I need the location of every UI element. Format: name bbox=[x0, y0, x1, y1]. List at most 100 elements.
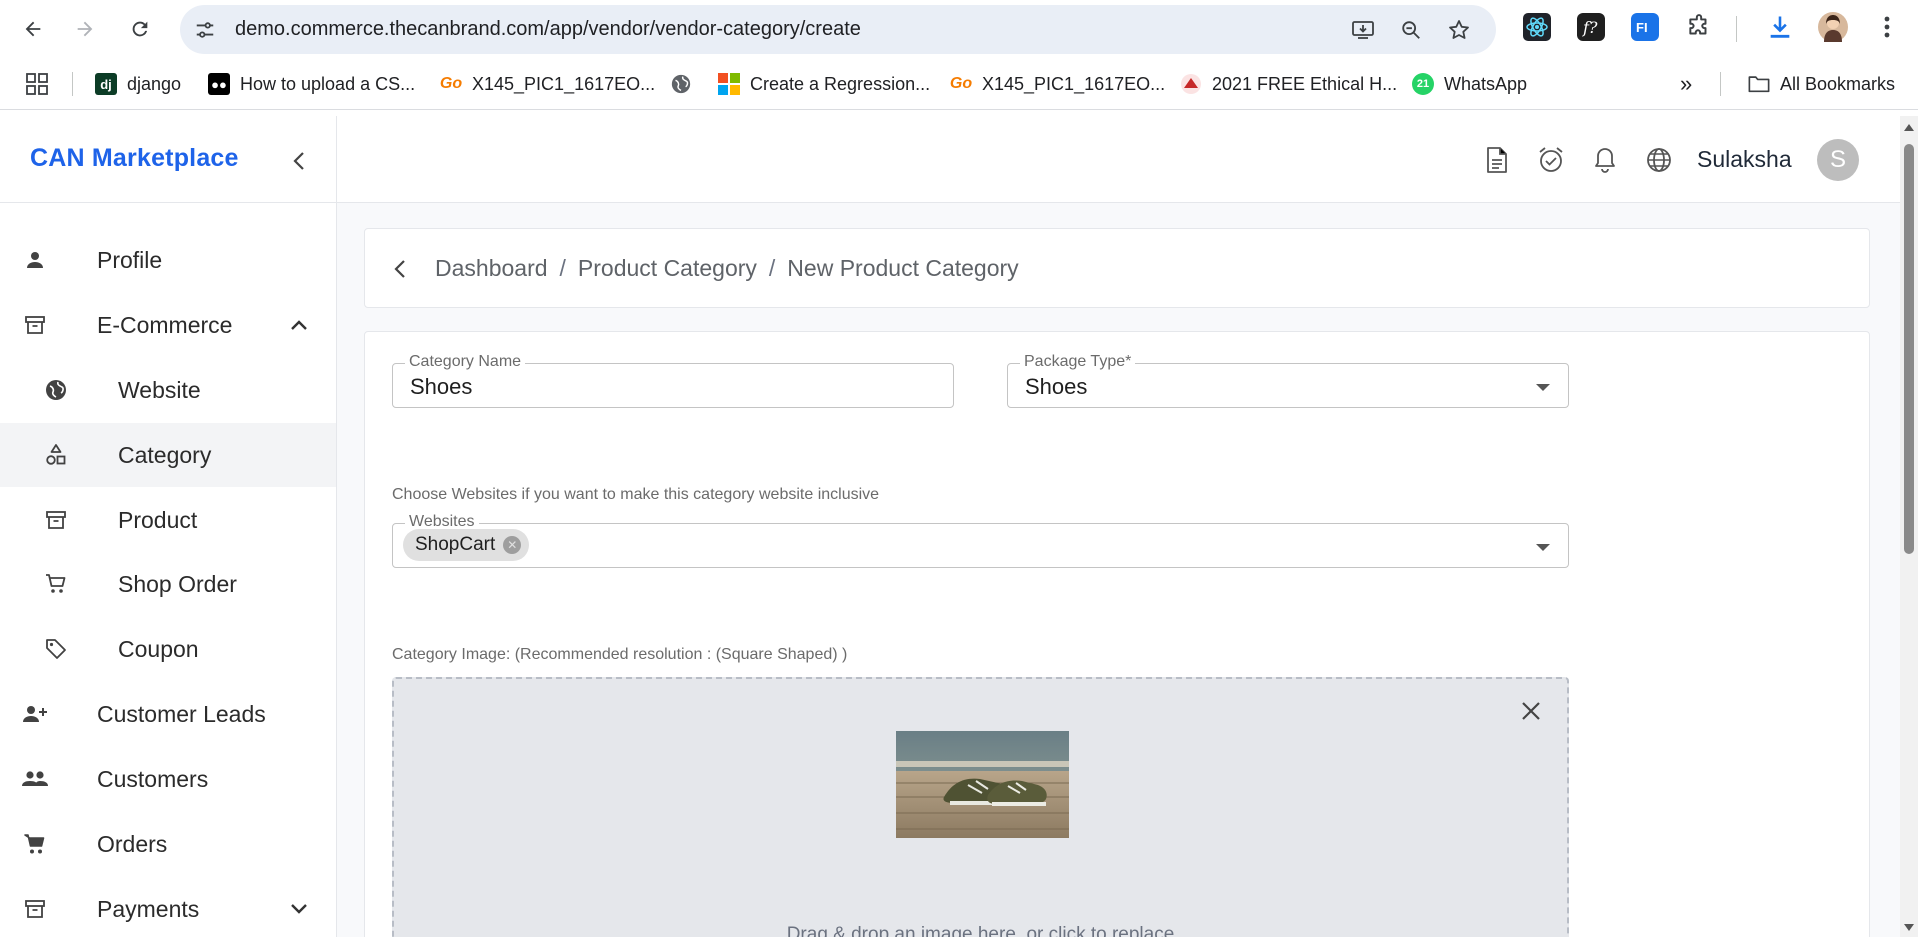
folder-icon bbox=[1748, 73, 1770, 95]
scroll-down-arrow-icon[interactable] bbox=[1904, 924, 1914, 931]
sidebar-item-label: Shop Order bbox=[118, 570, 237, 597]
people-icon bbox=[21, 765, 49, 793]
reload-icon bbox=[132, 21, 148, 37]
package-type-label: Package Type* bbox=[1020, 353, 1136, 371]
forward-button[interactable] bbox=[66, 10, 104, 48]
sidebar-header: CAN Marketplace bbox=[0, 116, 336, 203]
person-icon bbox=[21, 246, 49, 274]
brand-title[interactable]: CAN Marketplace bbox=[30, 144, 239, 173]
sidebar-item-payments[interactable]: Payments bbox=[0, 877, 336, 937]
scrollbar-thumb[interactable] bbox=[1904, 144, 1914, 554]
bookmark-django[interactable]: dj django bbox=[95, 70, 181, 98]
downloads-icon[interactable] bbox=[1765, 12, 1795, 42]
cart-icon bbox=[42, 570, 70, 598]
user-name[interactable]: Sulaksha bbox=[1697, 146, 1792, 173]
bookmark-label: Create a Regression... bbox=[750, 73, 931, 94]
sidebar-item-category[interactable]: Category bbox=[0, 423, 336, 487]
fi-extension-icon[interactable]: FI bbox=[1630, 12, 1660, 42]
bookmark-x145-2[interactable]: Go X145_PIC1_1617EO... bbox=[950, 70, 1165, 98]
scroll-up-arrow-icon[interactable] bbox=[1904, 124, 1914, 131]
chip-remove-icon[interactable]: ✕ bbox=[503, 536, 522, 554]
page-scrollbar[interactable] bbox=[1900, 116, 1918, 937]
main-content: Dashboard / Product Category / New Product C… bbox=[337, 203, 1900, 937]
more-bookmarks-button[interactable]: » bbox=[1680, 70, 1692, 98]
sidebar-item-label: Orders bbox=[97, 830, 168, 857]
required-mark: * bbox=[1125, 353, 1132, 370]
zoom-icon[interactable] bbox=[1398, 17, 1424, 43]
document-icon[interactable] bbox=[1481, 144, 1513, 176]
site-settings-icon[interactable] bbox=[192, 17, 218, 43]
image-dropzone[interactable]: Drag & drop an image here, or click to r… bbox=[392, 677, 1569, 937]
all-bookmarks-label: All Bookmarks bbox=[1780, 73, 1896, 94]
bookmark-label: 2021 FREE Ethical H... bbox=[1212, 73, 1398, 94]
bookmark-label: X145_PIC1_1617EO... bbox=[472, 73, 656, 94]
bell-icon[interactable] bbox=[1589, 144, 1621, 176]
bookmark-ethical-hacking[interactable]: 2021 FREE Ethical H... bbox=[1180, 70, 1397, 98]
formula-extension-icon[interactable]: f? bbox=[1576, 12, 1606, 42]
react-devtools-icon[interactable] bbox=[1522, 12, 1552, 42]
back-arrow-button[interactable] bbox=[387, 256, 413, 282]
category-name-value: Shoes bbox=[410, 374, 473, 399]
website-chip-label: ShopCart bbox=[415, 534, 496, 555]
toolbar-divider bbox=[1736, 16, 1737, 42]
chevron-left-icon bbox=[293, 152, 304, 170]
go-icon: Go bbox=[439, 75, 463, 92]
language-globe-icon[interactable] bbox=[1643, 144, 1675, 176]
back-button[interactable] bbox=[14, 10, 52, 48]
websites-hint: Choose Websites if you want to make this… bbox=[392, 486, 880, 503]
breadcrumb-dashboard[interactable]: Dashboard bbox=[435, 255, 548, 281]
collapse-sidebar-button[interactable] bbox=[286, 148, 312, 174]
sidebar-item-ecommerce[interactable]: E-Commerce bbox=[0, 293, 336, 357]
dropdown-arrow-icon bbox=[1536, 544, 1550, 551]
chevron-up-icon[interactable] bbox=[286, 312, 312, 338]
breadcrumb-product-category[interactable]: Product Category bbox=[578, 255, 757, 281]
bookmark-label: How to upload a CS... bbox=[240, 73, 416, 94]
breadcrumb-card: Dashboard / Product Category / New Product C… bbox=[364, 228, 1870, 308]
bookmark-label: X145_PIC1_1617EO... bbox=[982, 73, 1166, 94]
website-chip[interactable]: ShopCart ✕ bbox=[403, 529, 530, 561]
address-bar[interactable]: demo.commerce.thecanbrand.com/app/vendor… bbox=[180, 5, 1496, 54]
package-type-label-text: Package Type bbox=[1024, 353, 1126, 370]
bookmark-star-icon[interactable] bbox=[1446, 17, 1472, 43]
sidebar-item-label: Website bbox=[118, 376, 201, 403]
bookmark-medium[interactable]: ●● How to upload a CS... bbox=[208, 70, 415, 98]
svg-text:FI: FI bbox=[1636, 20, 1648, 35]
archive-icon bbox=[21, 895, 49, 923]
sidebar-item-orders[interactable]: Orders bbox=[0, 812, 336, 876]
alarm-icon[interactable] bbox=[1535, 144, 1567, 176]
sidebar-item-label: Coupon bbox=[118, 635, 199, 662]
sidebar-item-shop-order[interactable]: Shop Order bbox=[0, 552, 336, 616]
sidebar-item-label: Category bbox=[118, 441, 212, 468]
all-bookmarks-button[interactable]: All Bookmarks bbox=[1748, 70, 1895, 98]
whatsapp-icon: 21 bbox=[1412, 73, 1434, 95]
reload-button[interactable] bbox=[121, 10, 159, 48]
package-type-select[interactable]: Package Type* Shoes bbox=[1007, 353, 1569, 408]
remove-image-button[interactable] bbox=[1517, 697, 1545, 725]
sidebar-item-profile[interactable]: Profile bbox=[0, 228, 336, 292]
url-text: demo.commerce.thecanbrand.com/app/vendor… bbox=[235, 18, 861, 40]
sidebar-item-label: E-Commerce bbox=[97, 311, 233, 338]
apps-grid-icon[interactable] bbox=[26, 70, 48, 98]
bookmark-x145-1[interactable]: Go X145_PIC1_1617EO... bbox=[440, 70, 655, 98]
avatar[interactable]: S bbox=[1817, 139, 1859, 181]
category-name-field[interactable]: Category Name Shoes bbox=[392, 353, 954, 408]
sidebar-item-label: Payments bbox=[97, 895, 200, 922]
bookmark-regression[interactable]: Create a Regression... bbox=[718, 70, 930, 98]
browser-menu-icon[interactable] bbox=[1872, 12, 1902, 42]
bookmark-globe[interactable] bbox=[670, 70, 702, 98]
sidebar-item-coupon[interactable]: Coupon bbox=[0, 617, 336, 681]
package-type-value: Shoes bbox=[1025, 374, 1088, 399]
websites-select[interactable]: Websites ShopCart ✕ bbox=[392, 513, 1569, 568]
sidebar-item-website[interactable]: Website bbox=[0, 358, 336, 422]
sidebar-item-customer-leads[interactable]: Customer Leads bbox=[0, 682, 336, 746]
bookmark-whatsapp[interactable]: 21 WhatsApp bbox=[1412, 70, 1527, 98]
profile-avatar-icon[interactable] bbox=[1818, 12, 1848, 42]
chevron-down-icon[interactable] bbox=[286, 896, 312, 922]
sidebar-item-label: Product bbox=[118, 506, 198, 533]
install-app-icon[interactable] bbox=[1350, 17, 1376, 43]
breadcrumb-current: New Product Category bbox=[787, 255, 1019, 281]
sidebar-item-customers[interactable]: Customers bbox=[0, 747, 336, 811]
sidebar-item-product[interactable]: Product bbox=[0, 488, 336, 552]
extensions-puzzle-icon[interactable] bbox=[1684, 12, 1714, 42]
breadcrumb: Dashboard / Product Category / New Product C… bbox=[435, 255, 1019, 282]
